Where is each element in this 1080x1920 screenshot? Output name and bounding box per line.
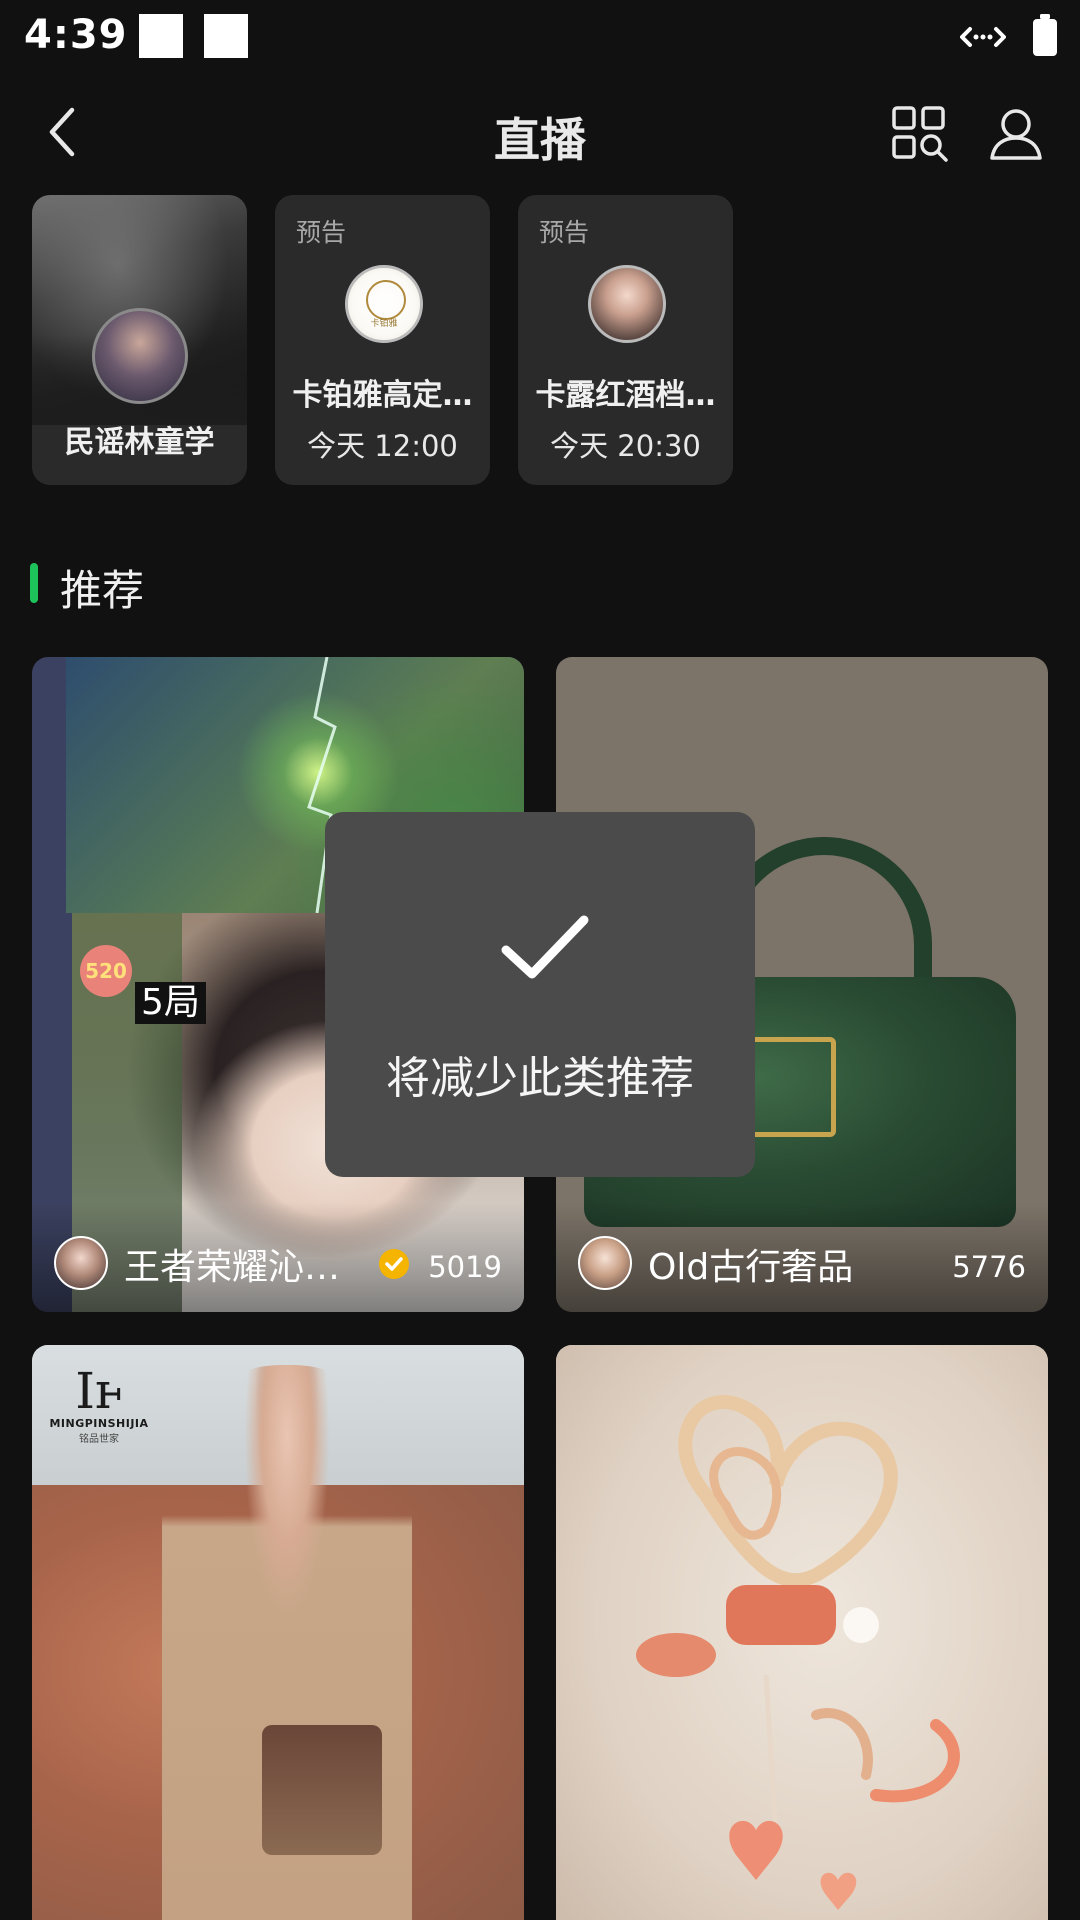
feed-card[interactable] [556, 1345, 1048, 1920]
heart-sculpture-image [636, 1395, 960, 1910]
preview-tag: 预告 [539, 218, 590, 247]
handbag-photo [262, 1725, 382, 1855]
preview-card[interactable]: 预告 卡露红酒档… 今天 20:30 [518, 195, 733, 485]
status-bar: 4:39 [0, 0, 1080, 75]
notification-icon [204, 14, 248, 58]
battery-icon [1033, 14, 1057, 56]
brand-logo-subtext: 铭品世家 [79, 1434, 119, 1445]
verified-badge-icon [379, 1249, 409, 1279]
section-title: 推荐 [60, 566, 145, 615]
user-profile-icon[interactable] [988, 104, 1044, 164]
brand-logo: Iⱶ MINGPINSHIJIA 铭品世家 [44, 1365, 154, 1445]
preview-time: 今天 12:00 [307, 429, 458, 463]
streamer-avatar [578, 1236, 632, 1290]
toast-message: 将减少此类推荐 [386, 1053, 694, 1104]
gift-balloon-badge: 520 [80, 945, 132, 997]
streamer-avatar [54, 1236, 108, 1290]
live-page: 4:39 直播 民谣林童学 预告 卡铂雅 卡铂雅高定… 今天 12:00 预告 … [0, 0, 1080, 1920]
live-now-card[interactable]: 民谣林童学 [32, 195, 247, 485]
preview-time: 今天 20:30 [550, 429, 701, 463]
feed-title: 王者荣耀沁… [124, 1247, 341, 1288]
data-transfer-icon [960, 27, 1006, 47]
feed-title: Old古行奢品 [648, 1247, 854, 1288]
category-search-icon[interactable] [890, 104, 950, 164]
notification-icon [139, 14, 183, 58]
brand-logo-text: MINGPINSHIJIA [49, 1417, 149, 1430]
streamer-name: 民谣林童学 [64, 425, 215, 460]
top-nav-bar: 直播 [0, 80, 1080, 190]
status-time: 4:39 [24, 12, 128, 58]
brand-logo-avatar: 卡铂雅 [345, 265, 423, 343]
viewer-count: 5019 [428, 1250, 502, 1284]
feed-card[interactable]: Iⱶ MINGPINSHIJIA 铭品世家 [32, 1345, 524, 1920]
checkmark-icon [501, 915, 589, 979]
toast-popup: 将减少此类推荐 [325, 812, 755, 1177]
brand-logo-text: 卡铂雅 [370, 319, 398, 329]
preview-tag: 预告 [296, 218, 347, 247]
preview-name: 卡露红酒档… [535, 378, 716, 413]
brand-logo-mark [366, 280, 406, 320]
streamer-avatar [588, 265, 666, 343]
brand-logo-mark: Iⱶ [75, 1362, 123, 1420]
section-accent-bar [30, 563, 38, 603]
viewer-count: 5776 [952, 1250, 1026, 1284]
preview-card[interactable]: 预告 卡铂雅 卡铂雅高定… 今天 12:00 [275, 195, 490, 485]
streamer-avatar [92, 308, 188, 404]
preview-name: 卡铂雅高定… [292, 378, 473, 413]
rounds-label: 5局 [135, 982, 206, 1024]
